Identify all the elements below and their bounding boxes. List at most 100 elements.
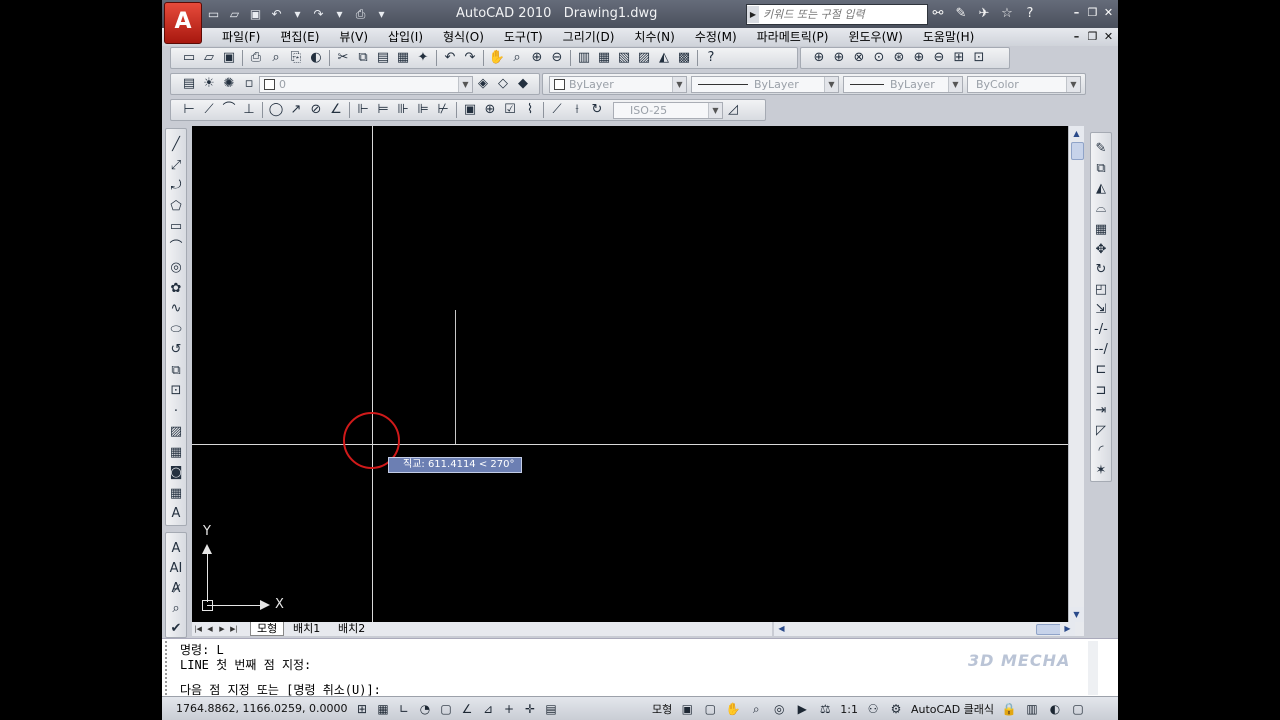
ortho-mode-icon[interactable]: ∟ bbox=[394, 700, 414, 718]
menu-dimension[interactable]: 치수(N) bbox=[624, 29, 684, 45]
dynamic-input-icon[interactable]: + bbox=[499, 700, 519, 718]
dim-text-edit-icon[interactable]: ⟊ bbox=[567, 100, 587, 120]
undo-icon[interactable]: ↶ bbox=[267, 5, 286, 23]
dim-baseline-icon[interactable]: ⊨ bbox=[373, 100, 393, 120]
coordinate-readout[interactable]: 1764.8862, 1166.0259, 0.0000 bbox=[176, 702, 347, 715]
dim-ordinate-icon[interactable]: ⊥ bbox=[239, 100, 259, 120]
layer-manager-icon[interactable]: ▤ bbox=[179, 74, 199, 94]
menu-parametric[interactable]: 파라메트릭(P) bbox=[747, 29, 839, 45]
multiline-text-icon[interactable]: A bbox=[166, 539, 186, 559]
show-lineweight-icon[interactable]: ✛ bbox=[520, 700, 540, 718]
last-tab-icon[interactable]: ▶| bbox=[228, 622, 240, 636]
multiline-text-icon[interactable]: A bbox=[166, 504, 186, 525]
markup-icon[interactable]: ◭ bbox=[654, 48, 674, 68]
sheet-set-icon[interactable]: ▨ bbox=[634, 48, 654, 68]
help-icon[interactable]: ? bbox=[1020, 5, 1040, 23]
vertical-scroll-thumb[interactable] bbox=[1071, 142, 1084, 160]
steering-wheel-icon[interactable]: ◎ bbox=[769, 700, 789, 718]
dim-linear-icon[interactable]: ⊢ bbox=[179, 100, 199, 120]
plot-icon[interactable]: ⎙ bbox=[246, 48, 266, 68]
spline-icon[interactable]: ∿ bbox=[166, 299, 186, 320]
save-icon[interactable]: ▣ bbox=[246, 5, 265, 23]
publish-icon[interactable]: ⎘ bbox=[286, 48, 306, 68]
layer-previous-icon[interactable]: ◇ bbox=[493, 74, 513, 94]
dim-diameter-icon[interactable]: ⊘ bbox=[306, 100, 326, 120]
command-window-grip[interactable] bbox=[165, 641, 175, 695]
table-icon[interactable]: ▦ bbox=[166, 484, 186, 505]
region-icon[interactable]: ◙ bbox=[166, 463, 186, 484]
zoom-icon[interactable]: ⌕ bbox=[746, 700, 766, 718]
tab-model[interactable]: 모형 bbox=[250, 622, 285, 636]
menu-format[interactable]: 형식(O) bbox=[433, 29, 494, 45]
zoom-extents-icon[interactable]: ⊡ bbox=[969, 48, 989, 68]
offset-icon[interactable]: ⌓ bbox=[1091, 199, 1111, 219]
hatch-icon[interactable]: ▨ bbox=[166, 422, 186, 443]
undo-icon[interactable]: ↶ bbox=[440, 48, 460, 68]
find-text-icon[interactable]: ⌕ bbox=[166, 599, 186, 619]
zoom-realtime-icon[interactable]: ⌕ bbox=[507, 48, 527, 68]
quick-view-drawings-icon[interactable]: ▢ bbox=[700, 700, 720, 718]
object-snap-tracking-icon[interactable]: ∠ bbox=[457, 700, 477, 718]
polygon-icon[interactable]: ⬠ bbox=[166, 197, 186, 218]
trim-icon[interactable]: -/- bbox=[1091, 320, 1111, 340]
doc-close-icon[interactable]: ✕ bbox=[1101, 29, 1116, 44]
annotation-scale-value[interactable]: 1:1 bbox=[838, 703, 860, 716]
explode-icon[interactable]: ✶ bbox=[1091, 461, 1111, 481]
center-mark-icon[interactable]: ⊕ bbox=[480, 100, 500, 120]
dim-space-icon[interactable]: ⊫ bbox=[413, 100, 433, 120]
zoom-window-icon[interactable]: ⊕ bbox=[809, 48, 829, 68]
dimension-style-icon[interactable]: ◿ bbox=[723, 100, 743, 120]
break-at-point-icon[interactable]: ⊏ bbox=[1091, 360, 1111, 380]
binoculars-icon[interactable]: ⚯ bbox=[928, 5, 948, 23]
horizontal-scrollbar[interactable]: ◀ ▶ bbox=[774, 622, 1084, 636]
annotation-visibility-icon[interactable]: ⚇ bbox=[863, 700, 883, 718]
snap-mode-icon[interactable]: ⊞ bbox=[352, 700, 372, 718]
3d-dwf-icon[interactable]: ◐ bbox=[306, 48, 326, 68]
jogged-linear-icon[interactable]: ⌇ bbox=[520, 100, 540, 120]
lock-icon[interactable]: 🔒 bbox=[999, 700, 1019, 718]
dynamic-ucs-icon[interactable]: ⊿ bbox=[478, 700, 498, 718]
tab-layout2[interactable]: 배치2 bbox=[332, 622, 371, 636]
menu-modify[interactable]: 수정(M) bbox=[685, 29, 747, 45]
infocenter-search[interactable]: ▶ bbox=[746, 4, 928, 25]
move-icon[interactable]: ✥ bbox=[1091, 240, 1111, 260]
spell-check-icon[interactable]: ✔ bbox=[166, 619, 186, 639]
open-icon[interactable]: ▱ bbox=[199, 48, 219, 68]
block-editor-icon[interactable]: ✦ bbox=[413, 48, 433, 68]
plotstyle-dropdown[interactable]: ByColor ▼ bbox=[967, 75, 1081, 93]
make-current-layer-icon[interactable]: ◈ bbox=[473, 74, 493, 94]
extend-icon[interactable]: --/ bbox=[1091, 340, 1111, 360]
save-icon[interactable]: ▣ bbox=[219, 48, 239, 68]
menu-tools[interactable]: 도구(T) bbox=[494, 29, 553, 45]
polyline-icon[interactable]: ⤾ bbox=[166, 176, 186, 197]
first-tab-icon[interactable]: |◀ bbox=[192, 622, 204, 636]
scroll-down-icon[interactable]: ▼ bbox=[1069, 607, 1084, 622]
plot-icon[interactable]: ⎙ bbox=[351, 5, 370, 23]
menu-help[interactable]: 도움말(H) bbox=[913, 29, 985, 45]
command-scrollbar[interactable] bbox=[1088, 641, 1098, 695]
menu-draw[interactable]: 그리기(D) bbox=[553, 29, 625, 45]
zoom-scale-icon[interactable]: ⊗ bbox=[849, 48, 869, 68]
insert-block-icon[interactable]: ⧉ bbox=[166, 361, 186, 382]
design-center-icon[interactable]: ▦ bbox=[594, 48, 614, 68]
zoom-in-icon[interactable]: ⊕ bbox=[909, 48, 929, 68]
star-icon[interactable]: ☆ bbox=[997, 5, 1017, 23]
properties-icon[interactable]: ▥ bbox=[574, 48, 594, 68]
dim-jogged-icon[interactable]: ↗ bbox=[286, 100, 306, 120]
menu-file[interactable]: 파일(F) bbox=[212, 29, 270, 45]
layer-state-icon[interactable]: ◆ bbox=[513, 74, 533, 94]
new-icon[interactable]: ▭ bbox=[179, 48, 199, 68]
scroll-left-icon[interactable]: ◀ bbox=[774, 622, 789, 636]
help-icon[interactable]: ? bbox=[701, 48, 721, 68]
single-line-text-icon[interactable]: AI bbox=[166, 559, 186, 579]
scroll-right-icon[interactable]: ▶ bbox=[1060, 622, 1075, 636]
tab-layout1[interactable]: 배치1 bbox=[287, 622, 326, 636]
construction-line-icon[interactable]: ⤢ bbox=[166, 156, 186, 177]
polar-tracking-icon[interactable]: ◔ bbox=[415, 700, 435, 718]
wrench-icon[interactable]: ✎ bbox=[951, 5, 971, 23]
zoom-previous-icon[interactable]: ⊖ bbox=[547, 48, 567, 68]
vertical-scrollbar[interactable]: ▲ ▼ bbox=[1068, 126, 1084, 622]
revision-cloud-icon[interactable]: ✿ bbox=[166, 279, 186, 300]
menu-window[interactable]: 윈도우(W) bbox=[838, 29, 912, 45]
menu-insert[interactable]: 삽입(I) bbox=[378, 29, 433, 45]
